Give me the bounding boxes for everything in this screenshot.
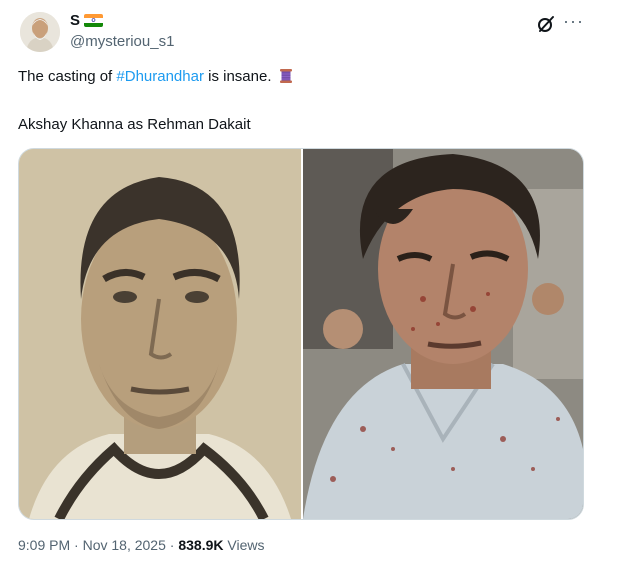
more-horizontal-icon[interactable]: ··· — [563, 11, 584, 32]
sketch-portrait-image — [19, 149, 301, 519]
tweet-media[interactable] — [18, 148, 584, 520]
film-still-image — [303, 149, 583, 519]
author-handle[interactable]: @mysteriou_s1 — [70, 33, 174, 50]
display-name-text: S — [70, 12, 81, 29]
avatar[interactable] — [20, 12, 60, 52]
tweet-meta: 9:09 PM · Nov 18, 2025 · 838.9K Views — [18, 537, 264, 553]
tweet-text: The casting of #Dhurandhar is insane. — [18, 67, 294, 87]
tweet-date[interactable]: Nov 18, 2025 — [83, 537, 166, 553]
meta-separator: · — [70, 537, 83, 553]
grok-slash-icon[interactable] — [536, 14, 556, 34]
india-flag-icon — [84, 14, 104, 27]
meta-separator: · — [165, 537, 179, 553]
spool-of-thread-icon — [279, 69, 292, 83]
media-image-left[interactable] — [19, 149, 301, 519]
hashtag-link[interactable]: #Dhurandhar — [116, 68, 204, 85]
flag-chakra — [91, 18, 96, 23]
tweet-text-after: is insane. — [203, 68, 272, 85]
tweet-text-line2: Akshay Khanna as Rehman Dakait — [18, 116, 251, 133]
author-name[interactable]: S — [70, 12, 104, 29]
avatar-image — [20, 12, 60, 52]
views-count: 838.9K — [178, 537, 224, 553]
views-label: Views — [223, 537, 265, 553]
media-image-right[interactable] — [303, 149, 583, 519]
tweet-time[interactable]: 9:09 PM — [18, 537, 70, 553]
tweet-text-before: The casting of — [18, 68, 117, 85]
